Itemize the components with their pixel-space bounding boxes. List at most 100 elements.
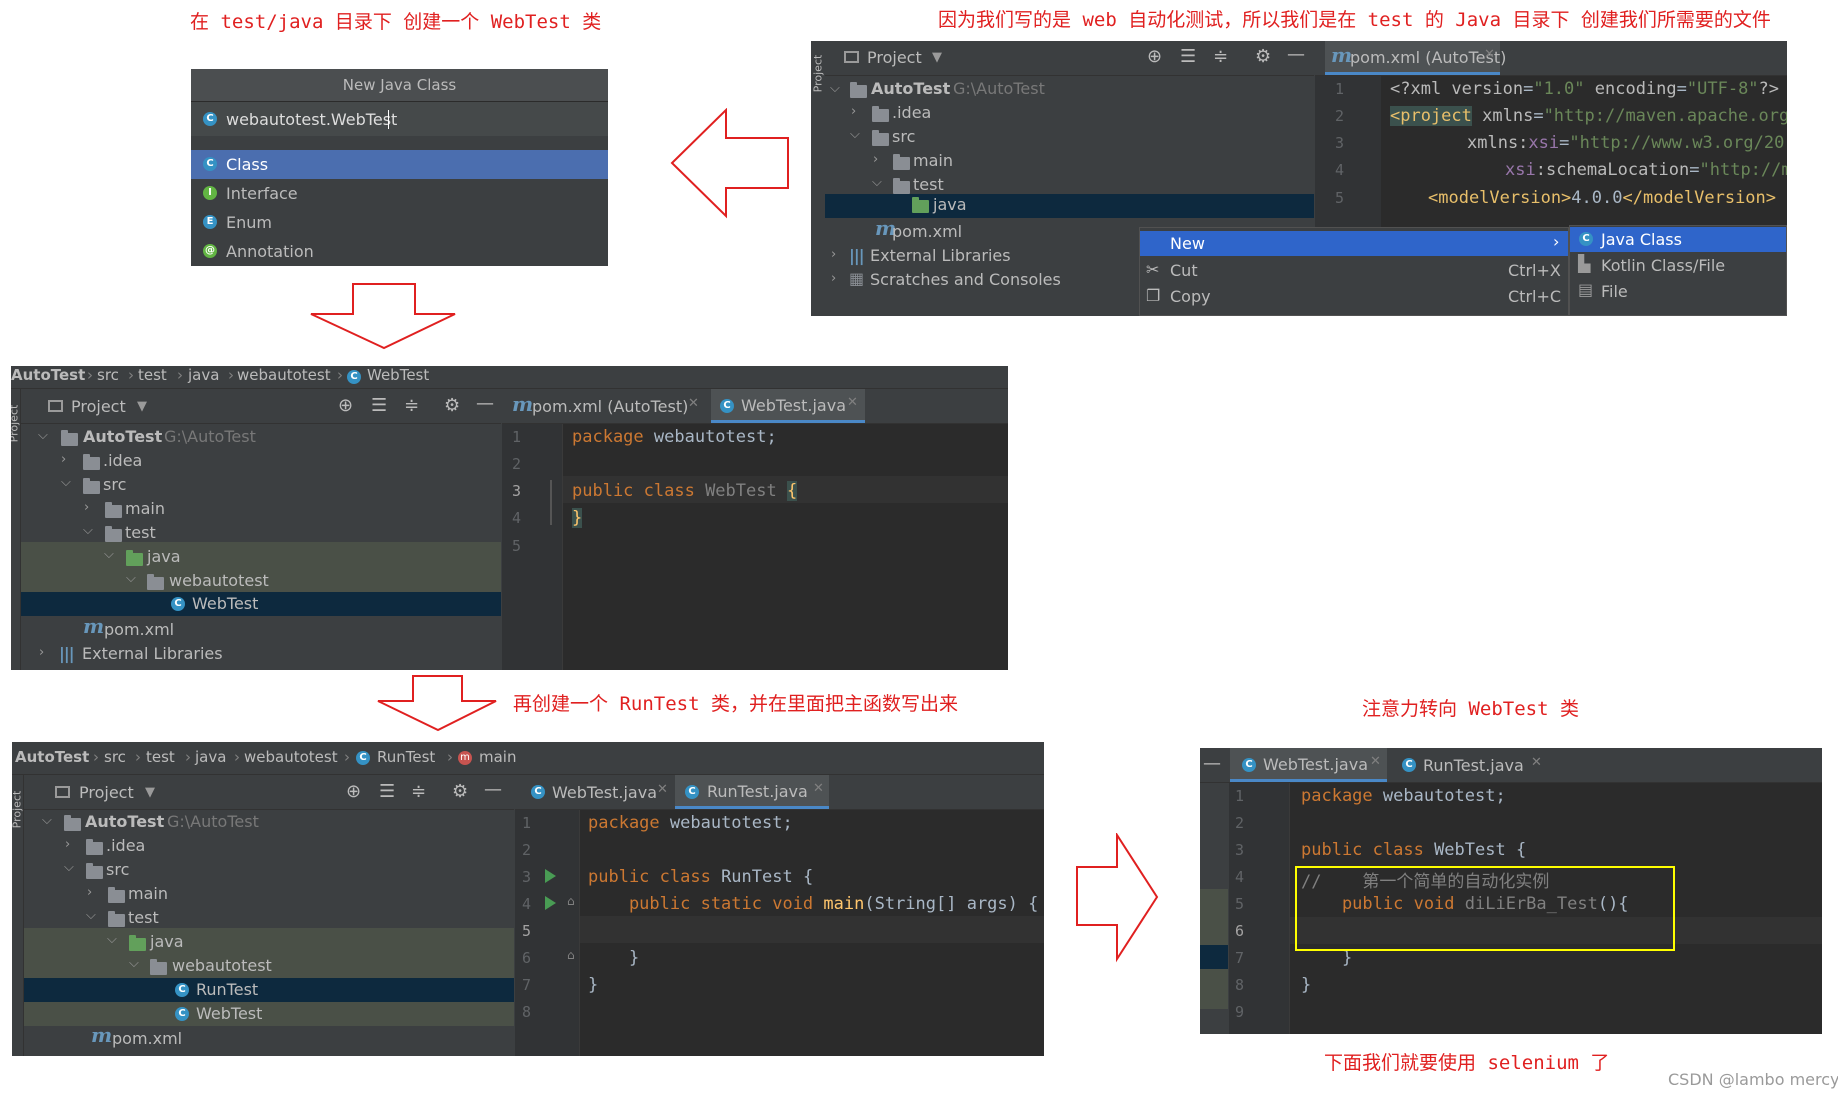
tree-pom[interactable]: pom.xml — [104, 620, 174, 639]
close-icon[interactable]: ✕ — [657, 782, 668, 797]
tree-root[interactable]: AutoTest — [83, 427, 162, 446]
class-name-input[interactable]: C webautotest.WebTest — [191, 102, 608, 136]
chevron-right-icon[interactable]: › — [831, 271, 836, 286]
crumb-webautotest[interactable]: webautotest — [244, 748, 338, 766]
dropdown-icon[interactable]: ▼ — [145, 785, 155, 800]
chevron-right-icon[interactable]: › — [61, 452, 66, 467]
minimize-icon[interactable]: — — [484, 779, 502, 800]
crumb-main[interactable]: main — [479, 748, 516, 766]
expand-all-icon[interactable]: ☰ — [379, 781, 395, 802]
crumb-java[interactable]: java — [195, 748, 226, 766]
option-interface[interactable]: I Interface — [191, 179, 608, 208]
side-tab-project[interactable]: Project — [12, 791, 23, 829]
crumb-webtest[interactable]: WebTest — [367, 366, 429, 384]
run-icon[interactable] — [545, 896, 556, 910]
tree-pom[interactable]: pom.xml — [892, 222, 962, 241]
tree-external-libraries[interactable]: External Libraries — [870, 246, 1011, 265]
chevron-down-icon[interactable]: ⌵ — [64, 860, 74, 875]
side-tab-project[interactable]: Project — [811, 55, 824, 93]
project-label[interactable]: Project — [79, 783, 134, 802]
run-icon[interactable] — [545, 869, 556, 883]
dropdown-icon[interactable]: ▼ — [137, 399, 147, 414]
gear-icon[interactable]: ⚙ — [452, 781, 468, 802]
crumb-autotest[interactable]: AutoTest — [11, 366, 85, 384]
project-label[interactable]: Project — [867, 48, 922, 67]
minimize-icon[interactable]: — — [1287, 44, 1305, 65]
chevron-down-icon[interactable]: ⌵ — [38, 428, 48, 443]
dropdown-icon[interactable]: ▼ — [932, 50, 942, 65]
tree-runtest-selected[interactable]: C RunTest — [24, 978, 514, 1002]
option-class[interactable]: C Class — [191, 150, 608, 179]
chevron-down-icon[interactable]: ⌵ — [104, 547, 114, 562]
crumb-java[interactable]: java — [188, 366, 219, 384]
chevron-right-icon[interactable]: › — [84, 500, 89, 515]
chevron-right-icon[interactable]: › — [873, 152, 878, 167]
chevron-right-icon[interactable]: › — [851, 104, 856, 119]
tree-idea[interactable]: .idea — [103, 451, 142, 470]
chevron-right-icon[interactable]: › — [87, 885, 92, 900]
chevron-down-icon[interactable]: ⌵ — [830, 81, 840, 96]
fold-icon[interactable]: ⌂ — [567, 894, 575, 908]
tree-package[interactable]: webautotest — [169, 571, 269, 590]
tree-test[interactable]: test — [913, 175, 944, 194]
close-icon[interactable]: ✕ — [1531, 755, 1542, 770]
chevron-down-icon[interactable]: ⌵ — [83, 523, 93, 538]
chevron-right-icon[interactable]: › — [39, 645, 44, 660]
menu-item-new[interactable]: New › — [1140, 231, 1568, 256]
submenu-kotlin[interactable]: ▙ Kotlin Class/File — [1570, 253, 1786, 278]
close-icon[interactable]: ✕ — [847, 395, 858, 410]
minimize-icon[interactable]: — — [1203, 753, 1221, 774]
chevron-down-icon[interactable]: ⌵ — [61, 475, 71, 490]
chevron-down-icon[interactable]: ⌵ — [129, 956, 139, 971]
collapse-all-icon[interactable]: ≑ — [411, 781, 426, 802]
fold-icon[interactable]: ⌂ — [567, 948, 575, 962]
tree-test[interactable]: test — [125, 523, 156, 542]
tree-idea[interactable]: .idea — [892, 103, 931, 122]
crumb-src[interactable]: src — [97, 366, 119, 384]
chevron-right-icon[interactable]: › — [65, 837, 70, 852]
close-icon[interactable]: ✕ — [1484, 47, 1495, 62]
tree-package[interactable]: webautotest — [172, 956, 272, 975]
chevron-right-icon[interactable]: › — [831, 247, 836, 262]
submenu-file[interactable]: ▤ File — [1570, 279, 1786, 304]
chevron-down-icon[interactable]: ⌵ — [107, 932, 117, 947]
crumb-webautotest[interactable]: webautotest — [237, 366, 331, 384]
option-annotation[interactable]: @ Annotation — [191, 237, 608, 266]
close-icon[interactable]: ✕ — [813, 781, 824, 796]
crumb-test[interactable]: test — [138, 366, 167, 384]
tree-main[interactable]: main — [125, 499, 165, 518]
tab-webtest-java[interactable]: C WebTest.java ✕ — [711, 389, 865, 423]
expand-all-icon[interactable]: ☰ — [371, 395, 387, 416]
collapse-all-icon[interactable]: ≑ — [404, 395, 419, 416]
tree-src[interactable]: src — [106, 860, 129, 879]
tree-webtest-selected[interactable]: C WebTest — [21, 592, 501, 616]
java-editor[interactable]: 1 2 3 4 5 package webautotest; public cl… — [502, 424, 1008, 670]
tree-src[interactable]: src — [892, 127, 915, 146]
crumb-runtest[interactable]: RunTest — [377, 748, 435, 766]
tree-root[interactable]: AutoTest — [871, 79, 950, 98]
java-editor[interactable]: 1 2 3 4 5 6 7 8 9 package webautotest; p… — [1229, 783, 1822, 1034]
tree-java[interactable]: java — [147, 547, 181, 566]
collapse-all-icon[interactable]: ≑ — [1213, 46, 1228, 67]
menu-item-copy[interactable]: ❐ Copy Ctrl+C — [1140, 284, 1568, 310]
submenu-java-class[interactable]: C Java Class — [1570, 227, 1786, 252]
tree-src[interactable]: src — [103, 475, 126, 494]
menu-item-cut[interactable]: ✂ Cut Ctrl+X — [1140, 258, 1568, 284]
locate-icon[interactable]: ⊕ — [338, 395, 353, 416]
tab-pom-xml[interactable]: m pom.xml (AutoTest) ✕ — [510, 389, 702, 423]
project-label[interactable]: Project — [71, 397, 126, 416]
locate-icon[interactable]: ⊕ — [346, 781, 361, 802]
chevron-down-icon[interactable]: ⌵ — [850, 127, 860, 142]
close-icon[interactable]: ✕ — [1370, 754, 1381, 769]
tab-webtest-java[interactable]: C WebTest.java ✕ — [523, 775, 673, 809]
tree-main[interactable]: main — [128, 884, 168, 903]
tab-webtest-java[interactable]: C WebTest.java ✕ — [1230, 748, 1387, 782]
tree-idea[interactable]: .idea — [106, 836, 145, 855]
tree-java[interactable]: java — [150, 932, 184, 951]
tab-runtest-java[interactable]: C RunTest.java ✕ — [675, 775, 829, 809]
chevron-down-icon[interactable]: ⌵ — [86, 908, 96, 923]
tree-java-selected[interactable]: java — [825, 194, 1314, 218]
locate-icon[interactable]: ⊕ — [1147, 46, 1162, 67]
side-tab-project[interactable]: Project — [11, 405, 20, 443]
tab-pom-xml[interactable]: m pom.xml (AutoTest) ✕ — [1325, 41, 1506, 75]
